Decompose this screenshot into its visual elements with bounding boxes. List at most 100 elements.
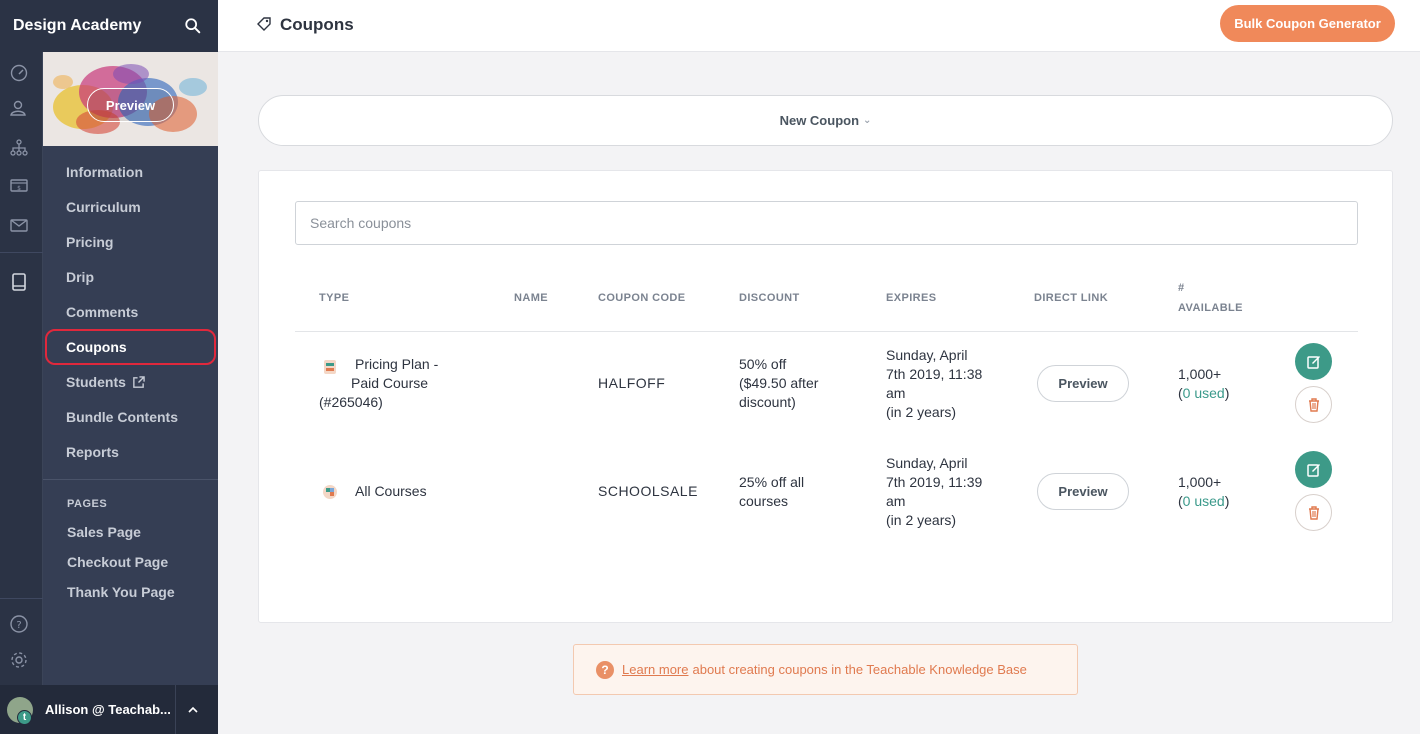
svg-text:?: ? (16, 620, 21, 631)
nav-item-students[interactable]: Students (66, 374, 145, 390)
row-available: 1,000+ (1178, 366, 1222, 382)
row-discount-line: 25% off all (739, 474, 805, 490)
nav-item-checkout-page[interactable]: Checkout Page (67, 554, 168, 570)
user-menu[interactable]: t Allison @ Teachab... (0, 685, 218, 734)
col-header-available: AVAILABLE (1178, 302, 1243, 314)
row-used: (0 used) (1178, 493, 1230, 509)
bulk-coupon-generator-button[interactable]: Bulk Coupon Generator (1220, 5, 1395, 42)
row-type-line: Paid Course (351, 375, 429, 391)
row-discount-line: ($49.50 after (739, 375, 819, 391)
row-type-line: (#265046) (319, 394, 383, 410)
all-courses-icon (323, 485, 337, 499)
svg-text:$: $ (17, 185, 21, 192)
nav-item-sales-page[interactable]: Sales Page (67, 524, 141, 540)
search-coupons-input[interactable] (295, 201, 1358, 245)
trash-icon (1308, 506, 1319, 520)
new-coupon-label: New Coupon (779, 113, 860, 128)
settings-icon[interactable] (9, 650, 29, 670)
course-thumbnail: Preview (43, 52, 218, 146)
question-icon: ? (596, 660, 614, 679)
sales-icon[interactable]: $ (9, 175, 29, 195)
row-expires-line: (in 2 years) (886, 512, 957, 528)
learn-more-link[interactable]: Learn more (622, 662, 688, 677)
nav-item-information[interactable]: Information (66, 164, 143, 180)
col-header-type: TYPE (319, 292, 350, 304)
edit-coupon-button[interactable] (1295, 343, 1332, 380)
row-expires-line: am (886, 385, 906, 401)
icon-rail: $ ? (0, 52, 43, 685)
rail-divider (0, 252, 43, 253)
dashboard-icon[interactable] (9, 63, 29, 83)
help-icon[interactable]: ? (9, 614, 29, 634)
chevron-down-icon: ⌄ (863, 115, 872, 126)
row-type-line: Pricing Plan - (355, 356, 439, 372)
page-header: Coupons Bulk Coupon Generator (218, 0, 1420, 52)
pricing-plan-icon (324, 360, 336, 374)
row-expires-line: 7th 2019, 11:38 (886, 366, 983, 382)
course-nav: Preview Information Curriculum Pricing D… (43, 52, 218, 685)
row-discount-line: courses (739, 493, 789, 509)
row-expires-line: am (886, 493, 906, 509)
edit-coupon-button[interactable] (1295, 451, 1332, 488)
pages-heading: PAGES (67, 498, 108, 510)
nav-item-drip[interactable]: Drip (66, 269, 94, 285)
row-available: 1,000+ (1178, 474, 1222, 490)
col-header-expires: EXPIRES (886, 292, 937, 304)
delete-coupon-button[interactable] (1295, 494, 1332, 531)
row-expires-line: 7th 2019, 11:39 (886, 474, 983, 490)
user-menu-toggle[interactable] (175, 685, 210, 734)
users-icon[interactable] (9, 98, 29, 118)
delete-coupon-button[interactable] (1295, 386, 1332, 423)
edit-icon (1306, 463, 1320, 477)
sitemap-icon[interactable] (9, 138, 29, 158)
nav-item-comments[interactable]: Comments (66, 304, 138, 320)
row-coupon-code: HALFOFF (598, 375, 666, 391)
col-header-discount: DISCOUNT (739, 292, 800, 304)
user-name: Allison @ Teachab... (45, 702, 171, 717)
col-header-name: NAME (514, 292, 548, 304)
used-count-link[interactable]: 0 used (1183, 385, 1225, 401)
edit-icon (1306, 355, 1320, 369)
col-header-available-hash: # (1178, 282, 1185, 294)
chevron-up-icon (188, 706, 198, 713)
row-expires-line: Sunday, April (886, 455, 968, 471)
table-header-divider (295, 331, 1358, 332)
preview-course-button[interactable]: Preview (87, 88, 174, 122)
nav-item-reports[interactable]: Reports (66, 444, 119, 460)
row-coupon-code: SCHOOLSALE (598, 483, 698, 499)
avatar-badge: t (17, 709, 32, 725)
col-header-link: DIRECT LINK (1034, 292, 1109, 304)
tag-icon (257, 17, 271, 31)
direct-link-preview-button[interactable]: Preview (1037, 473, 1129, 510)
knowledge-base-note: ? Learn more about creating coupons in t… (573, 644, 1078, 695)
coupons-panel: TYPE NAME COUPON CODE DISCOUNT EXPIRES D… (258, 170, 1393, 623)
page-title: Coupons (280, 15, 354, 34)
row-expires-line: (in 2 years) (886, 404, 957, 420)
nav-item-bundle-contents[interactable]: Bundle Contents (66, 409, 178, 425)
used-count-link[interactable]: 0 used (1183, 493, 1225, 509)
nav-item-coupons[interactable]: Coupons (66, 339, 127, 355)
note-text: about creating coupons in the Teachable … (692, 662, 1027, 677)
row-discount-line: discount) (739, 394, 796, 410)
nav-item-thank-you-page[interactable]: Thank You Page (67, 584, 175, 600)
email-icon[interactable] (9, 215, 29, 235)
row-type-line: All Courses (355, 483, 427, 499)
external-link-icon (133, 375, 145, 388)
avatar: t (7, 696, 33, 725)
direct-link-preview-button[interactable]: Preview (1037, 365, 1129, 402)
brand-bar: Design Academy (0, 0, 218, 52)
row-used: (0 used) (1178, 385, 1230, 401)
search-icon[interactable] (184, 17, 202, 35)
row-expires-line: Sunday, April (886, 347, 968, 363)
nav-item-students-label: Students (66, 374, 126, 390)
nav-item-curriculum[interactable]: Curriculum (66, 199, 141, 215)
row-discount-line: 50% off (739, 356, 787, 372)
school-name[interactable]: Design Academy (13, 17, 141, 35)
nav-item-pricing[interactable]: Pricing (66, 234, 113, 250)
col-header-code: COUPON CODE (598, 292, 686, 304)
rail-divider (0, 598, 43, 599)
new-coupon-button[interactable]: New Coupon ⌄ (258, 95, 1393, 146)
nav-divider (43, 479, 218, 480)
trash-icon (1308, 398, 1319, 412)
courses-icon[interactable] (9, 272, 29, 292)
